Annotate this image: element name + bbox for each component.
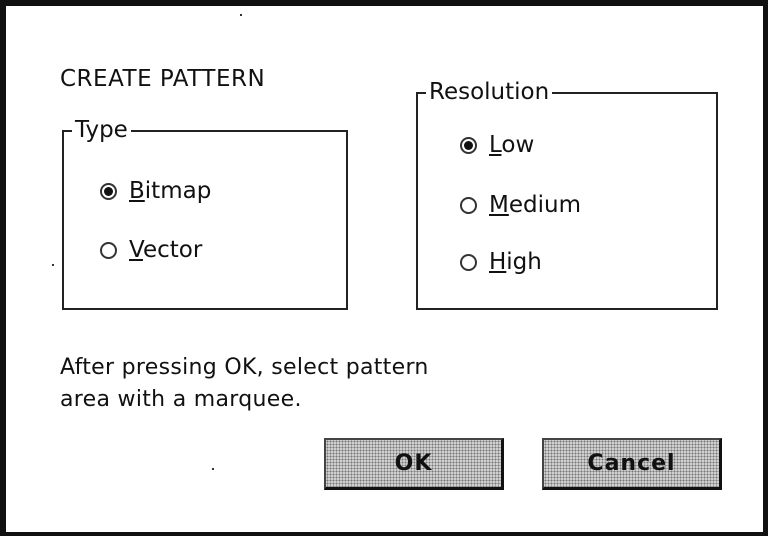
radio-bitmap-label: Bitmap xyxy=(129,178,212,204)
resolution-groupbox: Resolution Low Medium High xyxy=(416,77,718,310)
radio-low-selected-icon xyxy=(460,136,477,154)
instructions-text: After pressing OK, select pattern area w… xyxy=(60,352,429,416)
radio-medium-label: Medium xyxy=(489,192,581,218)
radio-medium-unselected-icon xyxy=(460,196,477,214)
ok-button[interactable]: OK xyxy=(324,438,504,490)
dialog-title: CREATE PATTERN xyxy=(60,66,266,92)
cancel-button[interactable]: Cancel xyxy=(542,438,722,490)
instructions-line-1: After pressing OK, select pattern xyxy=(60,355,429,380)
scan-speck xyxy=(52,264,54,266)
radio-medium[interactable]: Medium xyxy=(460,192,581,218)
instructions-line-2: area with a marquee. xyxy=(60,387,302,412)
radio-vector-label: Vector xyxy=(129,237,203,263)
resolution-group-label: Resolution xyxy=(426,77,553,107)
type-group-label: Type xyxy=(72,115,131,145)
radio-vector[interactable]: Vector xyxy=(100,237,202,263)
radio-bitmap[interactable]: Bitmap xyxy=(100,178,211,204)
radio-low[interactable]: Low xyxy=(460,132,534,158)
radio-high[interactable]: High xyxy=(460,249,542,275)
radio-high-unselected-icon xyxy=(460,253,477,271)
scan-speck xyxy=(212,468,214,470)
type-groupbox: Type Bitmap Vector xyxy=(62,115,348,310)
radio-bitmap-selected-icon xyxy=(100,182,117,200)
radio-high-label: High xyxy=(489,249,542,275)
create-pattern-dialog: CREATE PATTERN Type Bitmap Vector Resolu… xyxy=(0,0,768,536)
scan-speck xyxy=(240,14,242,16)
radio-vector-unselected-icon xyxy=(100,241,117,259)
radio-low-label: Low xyxy=(489,132,535,158)
